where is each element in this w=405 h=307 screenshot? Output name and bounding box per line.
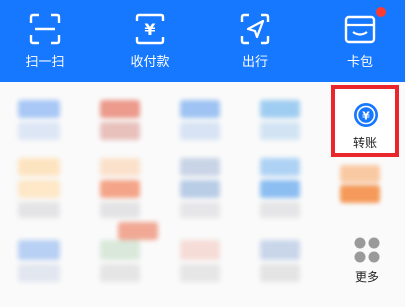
transfer-label: 转账 — [352, 136, 377, 150]
card-wallet-label: 卡包 — [346, 55, 373, 70]
scan-button[interactable]: 扫一扫 — [5, 0, 85, 82]
more-grid-icon — [354, 237, 380, 263]
blurred-app-grid — [18, 100, 333, 290]
scan-label: 扫一扫 — [25, 55, 65, 70]
top-action-bar: 扫一扫 ¥ 收付款 出行 卡包 — [0, 0, 405, 82]
card-wallet-icon — [344, 15, 376, 44]
travel-label: 出行 — [241, 55, 268, 70]
transfer-button[interactable]: ¥ 转账 — [331, 85, 399, 157]
scan-icon — [29, 13, 61, 45]
svg-text:¥: ¥ — [144, 20, 155, 39]
svg-text:¥: ¥ — [362, 110, 370, 123]
travel-icon — [240, 13, 270, 45]
pay-receive-button[interactable]: ¥ 收付款 — [110, 0, 190, 82]
card-wallet-button[interactable]: 卡包 — [320, 0, 400, 82]
travel-button[interactable]: 出行 — [215, 0, 295, 82]
transfer-yuan-icon: ¥ — [354, 103, 378, 127]
more-button[interactable]: 更多 — [345, 234, 389, 288]
more-label: 更多 — [354, 270, 379, 284]
pay-receive-label: 收付款 — [130, 55, 170, 70]
pay-receive-icon: ¥ — [135, 13, 165, 45]
notification-dot — [376, 7, 386, 17]
blurred-app-item — [340, 165, 380, 205]
